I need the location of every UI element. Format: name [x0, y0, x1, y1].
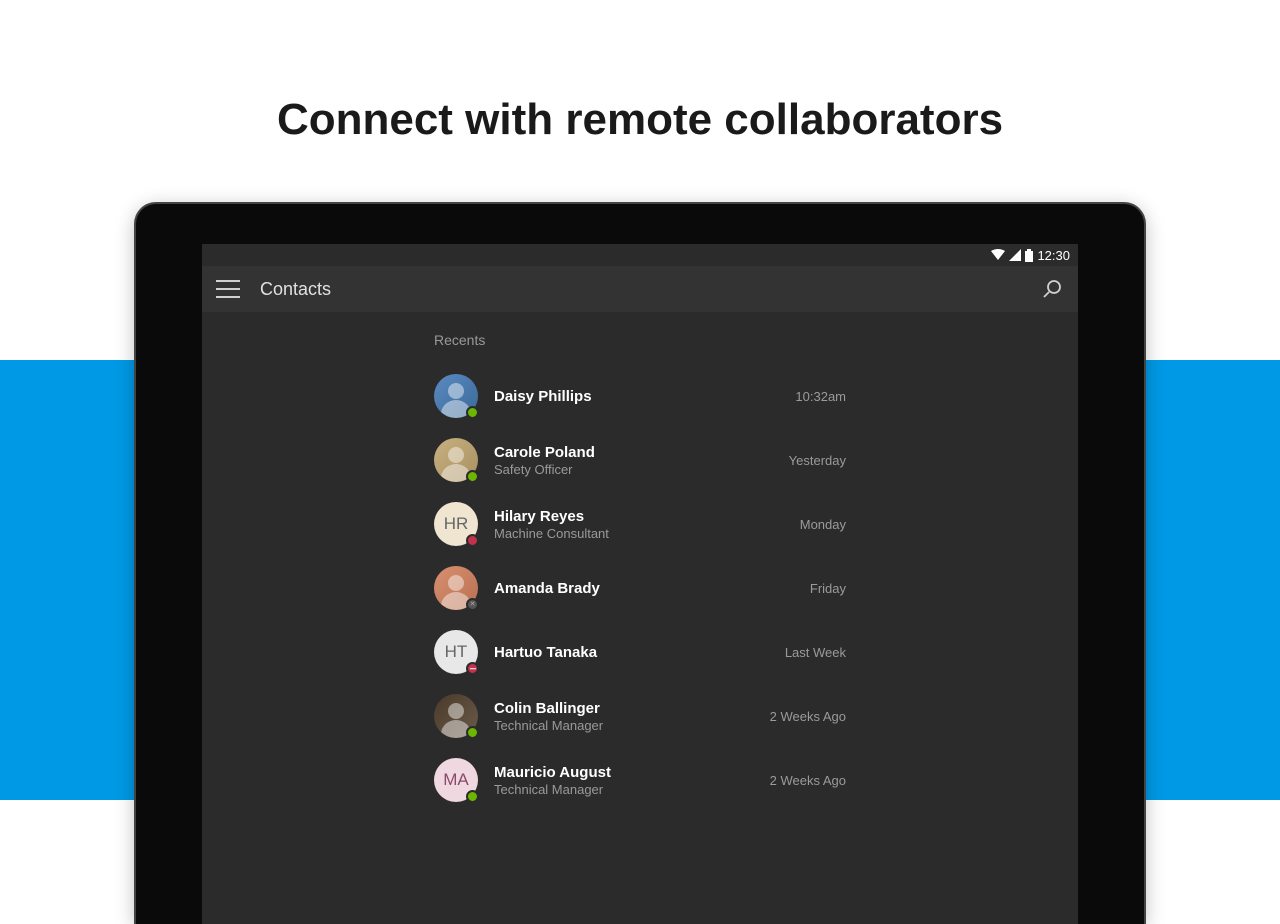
contact-row[interactable]: HR Hilary ReyesMachine ConsultantMonday: [430, 492, 850, 556]
tablet-frame: 12:30 Contacts Recents Daisy Phillips10:…: [136, 204, 1144, 924]
contact-role: Technical Manager: [494, 782, 770, 797]
contact-name: Hilary Reyes: [494, 508, 800, 525]
contact-info: Mauricio AugustTechnical Manager: [494, 764, 770, 797]
contact-time: Friday: [810, 581, 846, 596]
contact-name: Amanda Brady: [494, 580, 810, 597]
avatar: [434, 694, 478, 738]
contact-time: 2 Weeks Ago: [770, 773, 846, 788]
contact-time: Last Week: [785, 645, 846, 660]
contact-name: Carole Poland: [494, 444, 789, 461]
contact-name: Mauricio August: [494, 764, 770, 781]
contact-row[interactable]: Amanda BradyFriday: [430, 556, 850, 620]
avatar: MA: [434, 758, 478, 802]
contact-time: 10:32am: [795, 389, 846, 404]
wifi-icon: [991, 249, 1005, 261]
search-icon[interactable]: [1040, 277, 1064, 301]
avatar: HT: [434, 630, 478, 674]
contact-info: Amanda Brady: [494, 580, 810, 597]
status-time: 12:30: [1037, 248, 1070, 263]
contact-list: Daisy Phillips10:32amCarole PolandSafety…: [430, 364, 850, 812]
section-header: Recents: [430, 332, 850, 348]
contact-time: Yesterday: [789, 453, 846, 468]
app-bar: Contacts: [202, 266, 1078, 312]
contact-row[interactable]: Colin BallingerTechnical Manager2 Weeks …: [430, 684, 850, 748]
presence-indicator: [466, 598, 479, 611]
presence-indicator: [466, 662, 479, 675]
content-area: Recents Daisy Phillips10:32amCarole Pola…: [202, 312, 1078, 924]
contact-time: Monday: [800, 517, 846, 532]
contact-row[interactable]: MA Mauricio AugustTechnical Manager2 Week…: [430, 748, 850, 812]
contact-info: Daisy Phillips: [494, 388, 795, 405]
app-title: Contacts: [260, 279, 331, 300]
contact-name: Daisy Phillips: [494, 388, 795, 405]
avatar: HR: [434, 502, 478, 546]
contact-role: Safety Officer: [494, 462, 789, 477]
battery-icon: [1025, 249, 1033, 262]
page-headline: Connect with remote collaborators: [0, 95, 1280, 145]
contact-row[interactable]: HT Hartuo TanakaLast Week: [430, 620, 850, 684]
contact-row[interactable]: Carole PolandSafety OfficerYesterday: [430, 428, 850, 492]
contact-info: Hartuo Tanaka: [494, 644, 785, 661]
contact-name: Hartuo Tanaka: [494, 644, 785, 661]
signal-icon: [1009, 249, 1021, 261]
presence-indicator: [466, 534, 479, 547]
presence-indicator: [466, 470, 479, 483]
contact-name: Colin Ballinger: [494, 700, 770, 717]
contact-info: Carole PolandSafety Officer: [494, 444, 789, 477]
presence-indicator: [466, 726, 479, 739]
avatar: [434, 438, 478, 482]
contact-row[interactable]: Daisy Phillips10:32am: [430, 364, 850, 428]
presence-indicator: [466, 790, 479, 803]
contact-time: 2 Weeks Ago: [770, 709, 846, 724]
avatar: [434, 374, 478, 418]
contact-info: Colin BallingerTechnical Manager: [494, 700, 770, 733]
screen: 12:30 Contacts Recents Daisy Phillips10:…: [202, 244, 1078, 924]
presence-indicator: [466, 406, 479, 419]
menu-icon[interactable]: [216, 280, 240, 298]
contact-info: Hilary ReyesMachine Consultant: [494, 508, 800, 541]
status-bar: 12:30: [202, 244, 1078, 266]
contact-role: Machine Consultant: [494, 526, 800, 541]
contact-role: Technical Manager: [494, 718, 770, 733]
avatar: [434, 566, 478, 610]
